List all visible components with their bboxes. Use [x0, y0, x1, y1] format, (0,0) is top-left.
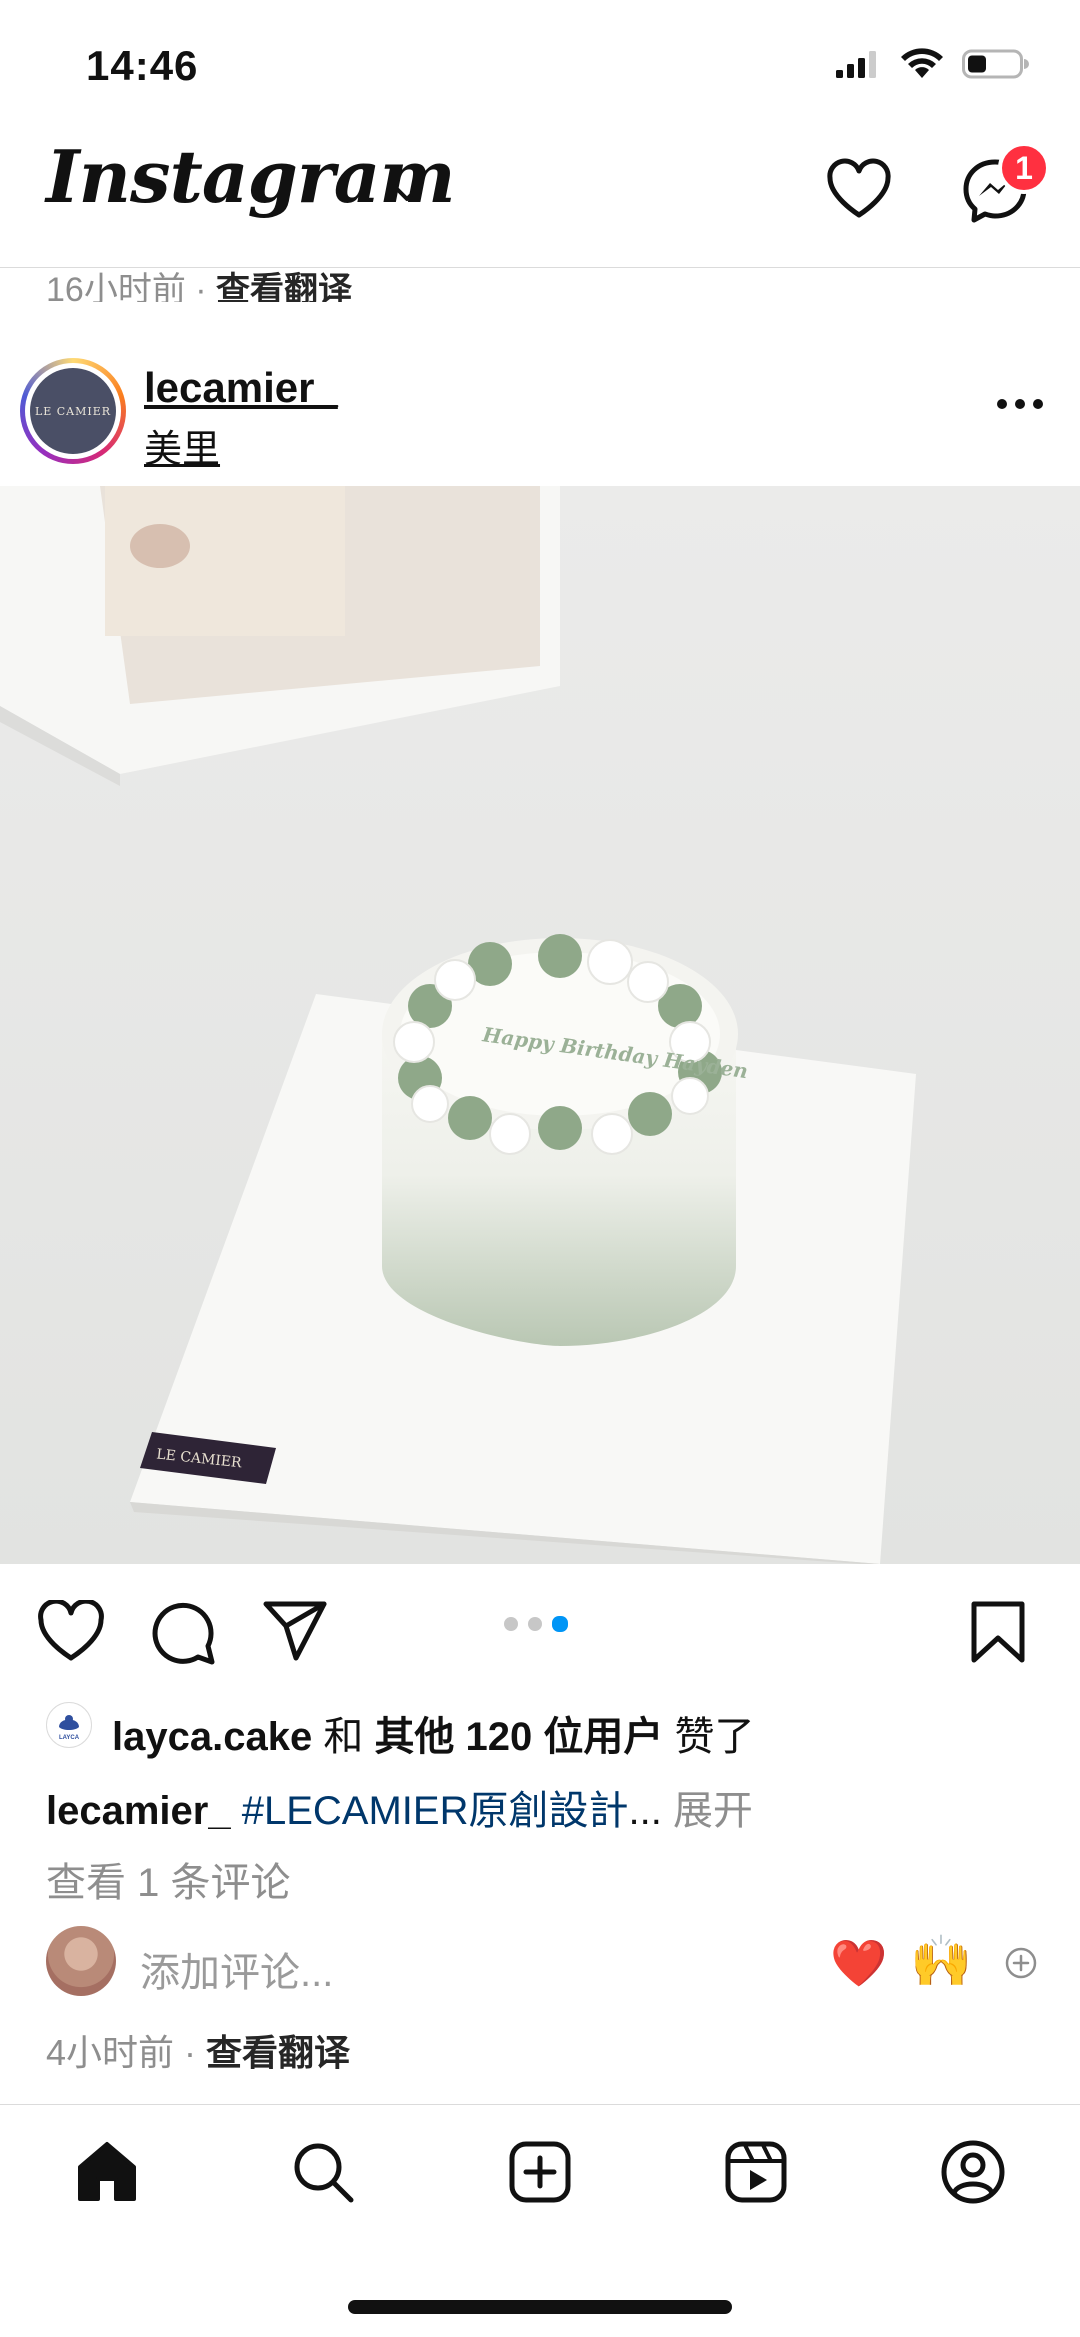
svg-text:LAYCA: LAYCA [59, 1735, 80, 1741]
post-username[interactable]: lecamier_ [144, 364, 338, 412]
notification-badge: 1 [998, 142, 1050, 194]
caption-hashtag[interactable]: #LECAMIER原創設計 [242, 1789, 629, 1833]
share-icon[interactable] [262, 1600, 328, 1662]
status-bar: 14:46 [0, 0, 1080, 130]
likes-suffix: 赞了 [663, 1715, 755, 1759]
carousel-dot-active [552, 1616, 568, 1632]
post-image[interactable]: LE CAMIER Happy Birthday Hayden [0, 486, 1080, 1564]
quick-emoji-heart[interactable]: ❤️ [830, 1940, 887, 1986]
create-icon[interactable] [507, 2139, 573, 2205]
wifi-icon [901, 48, 943, 78]
home-indicator[interactable] [348, 2300, 732, 2314]
previous-post-time: 16小时前 [46, 271, 186, 302]
search-icon[interactable] [290, 2139, 356, 2205]
caption-expand[interactable]: 展开 [673, 1789, 753, 1833]
likes-summary: layca.cake 和 其他 120 位用户 赞了 [112, 1704, 755, 1762]
cake-photo: LE CAMIER Happy Birthday Hayden [0, 486, 1080, 1564]
reels-icon[interactable] [723, 2139, 789, 2205]
story-ring[interactable]: LE CAMIER [20, 358, 126, 464]
cellular-signal-icon [836, 51, 876, 78]
carousel-indicator [504, 1616, 568, 1632]
home-icon[interactable] [74, 2139, 140, 2205]
top-nav: Instagram [0, 130, 1080, 268]
caption: lecamier_ #LECAMIER原創設計... 展开 [46, 1778, 753, 1836]
status-icons [834, 48, 1030, 80]
caption-ellipsis: ... [628, 1789, 662, 1833]
avatar-border: LE CAMIER [25, 363, 121, 459]
my-avatar [46, 1926, 116, 1996]
instagram-logo[interactable]: Instagram [46, 134, 456, 219]
more-options-icon[interactable] [996, 398, 1044, 410]
add-emoji-icon[interactable] [1004, 1946, 1038, 1980]
post-location[interactable]: 美里 [144, 418, 220, 473]
like-icon[interactable] [36, 1600, 106, 1664]
save-icon[interactable] [970, 1600, 1026, 1664]
carousel-dot [504, 1617, 518, 1631]
avatar: LE CAMIER [30, 368, 116, 454]
previous-post-footer: 16小时前 · 查看翻译 [46, 262, 352, 302]
view-comments-link[interactable]: 查看 1 条评论 [46, 1850, 290, 1908]
translate-link[interactable]: 查看翻译 [216, 271, 352, 302]
separator: · [185, 271, 217, 302]
add-comment-input[interactable]: 添加评论... [140, 1940, 333, 1998]
profile-icon[interactable] [940, 2139, 1006, 2205]
status-time: 14:46 [86, 42, 199, 89]
layca-logo-icon: LAYCA [59, 1715, 80, 1741]
separator: · [174, 2032, 207, 2073]
heart-icon[interactable] [826, 158, 892, 220]
battery-icon [962, 49, 1029, 79]
translate-link[interactable]: 查看翻译 [206, 2032, 350, 2073]
chevron-down-icon[interactable] [390, 182, 424, 204]
likes-others[interactable]: 其他 120 位用户 [374, 1715, 663, 1759]
post-time: 4小时前 [46, 2032, 175, 2073]
caption-username[interactable]: lecamier_ [46, 1789, 231, 1833]
liker-username[interactable]: layca.cake [112, 1715, 312, 1759]
quick-emoji-raised-hands[interactable]: 🙌 [910, 1936, 972, 1986]
likes-connector: 和 [312, 1715, 375, 1759]
carousel-dot [528, 1617, 542, 1631]
liker-avatar[interactable]: LAYCA [46, 1702, 92, 1748]
post-timestamp: 4小时前 · 查看翻译 [46, 2024, 350, 2076]
comment-icon[interactable] [150, 1600, 216, 1666]
